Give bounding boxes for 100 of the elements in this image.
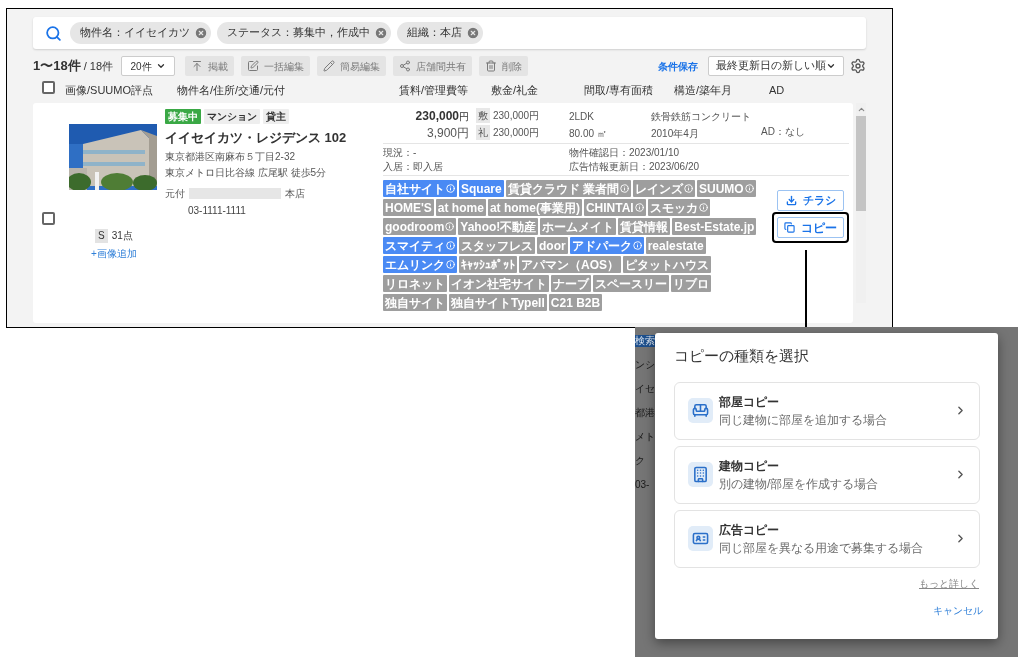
sofa-icon (688, 398, 713, 423)
site-tag: CHINTAI (583, 199, 646, 216)
column-header: 画像/SUUMO評点 (65, 83, 153, 96)
site-tag: Best-Estate.jp (672, 218, 757, 235)
site-tag: SUUMO (697, 180, 756, 197)
site-tag: 独自サイトTypeII (449, 294, 547, 311)
site-tag: ナーブ (551, 275, 591, 292)
floor-area: 80.00 ㎡ (569, 126, 651, 141)
copy-button[interactable]: コピー (777, 217, 844, 238)
info-icon (620, 184, 630, 193)
cancel-button[interactable]: キャンセル (931, 602, 985, 618)
confirmed-date: 物件確認日：2023/01/10 (569, 146, 681, 159)
floor-plan: 2LDK (569, 110, 595, 124)
background-text: 03- (635, 479, 651, 491)
site-tag: Yahoo!不動産 (458, 218, 539, 235)
info-icon (446, 260, 455, 269)
deposit-amount: 230,000円 (493, 109, 540, 123)
info-icon (632, 241, 642, 250)
option-title: 広告コピー (719, 521, 780, 539)
save-conditions-link[interactable]: 条件保存 (658, 58, 698, 74)
address: 東京都港区南麻布５丁目2-32 (165, 149, 296, 164)
key-money-amount: 230,000円 (493, 126, 540, 140)
access-text: 東京メトロ日比谷線 広尾駅 徒歩5分 (165, 165, 328, 180)
search-icon (45, 24, 62, 42)
info-icon (446, 184, 455, 193)
site-tag: ピタットハウス (623, 256, 711, 273)
deposit-label: 敷 (476, 108, 490, 123)
checkbox[interactable] (41, 211, 55, 225)
info-icon (445, 222, 455, 231)
pencil-icon (323, 60, 336, 72)
edit-list-icon (247, 60, 260, 72)
score-grade: S (95, 228, 108, 243)
scroll-up-icon[interactable] (856, 105, 866, 114)
site-tag: アパマン（AOS） (519, 256, 621, 273)
checkbox[interactable] (42, 81, 55, 95)
site-tag: リロネット (383, 275, 447, 292)
flyer-button[interactable]: チラシ (777, 190, 844, 211)
site-tag: 独自サイト (383, 294, 447, 311)
option-description: 別の建物/部屋を作成する場合 (719, 475, 879, 493)
ad-updated-date: 広告情報更新日：2023/06/20 (569, 160, 701, 173)
built-date: 2010年4月 (651, 127, 700, 141)
agent-branch: 本店 (285, 186, 305, 201)
option-title: 部屋コピー (719, 393, 780, 411)
current-status: 現況：- (383, 146, 418, 159)
page-size-select[interactable]: 20件 (121, 56, 176, 76)
filter-chip[interactable]: 組織：本店 (397, 22, 483, 44)
id-card-icon (688, 526, 713, 551)
result-total: / 18件 (83, 58, 114, 74)
site-tag: at home (435, 199, 486, 216)
ad-fee: AD：なし (761, 125, 805, 139)
option-title: 建物コピー (719, 457, 780, 475)
key-money-label: 礼 (476, 125, 490, 140)
remove-icon[interactable] (194, 26, 208, 40)
option-description: 同じ部屋を異なる用途で募集する場合 (719, 539, 923, 557)
copy-option[interactable]: 広告コピー 同じ部屋を異なる用途で募集する場合 (674, 509, 980, 568)
remove-icon[interactable] (466, 26, 480, 40)
copy-icon (784, 222, 795, 233)
site-tag: リブロ (671, 275, 711, 292)
background-text: 検索 (635, 335, 655, 347)
dialog-title: コピーの種類を選択 (674, 346, 810, 366)
phone-number: 03-1111-1111 (188, 203, 247, 218)
background-text: ク (635, 455, 646, 467)
site-tag: goodroom (383, 218, 457, 235)
site-tag: 賃貸情報 (618, 218, 671, 235)
site-tag: ホームメイト (540, 218, 617, 235)
site-tag: 自社サイト (383, 180, 457, 197)
filter-chip[interactable]: 物件名：イイセイカツ (70, 22, 211, 44)
status-badge: 募集中 (165, 109, 201, 124)
background-text: 都港 (635, 407, 655, 419)
share-icon (399, 60, 412, 72)
site-tag: イオン社宅サイト (449, 275, 549, 292)
building-icon (688, 462, 713, 487)
trash-icon (485, 60, 498, 72)
site-tag: 賃貸クラウド 業者間 (505, 180, 632, 197)
info-icon (446, 241, 455, 250)
site-tag: スタッフレス (459, 237, 535, 254)
info-icon (684, 184, 694, 193)
filter-chip[interactable]: ステータス：募集中，作成中 (217, 22, 391, 44)
site-tag: Square (459, 180, 504, 197)
background-text: イセ (635, 383, 655, 395)
option-description: 同じ建物に部屋を追加する場合 (719, 411, 887, 429)
search-bar[interactable]: 物件名：イイセイカツ ステータス：募集中，作成中 組織：本店 (33, 17, 866, 49)
column-header: 賃料/管理費等 (399, 83, 469, 96)
background-text: メト (635, 431, 655, 443)
copy-option[interactable]: 建物コピー 別の建物/部屋を作成する場合 (674, 445, 980, 504)
site-tag: C21 B2B (548, 294, 603, 311)
property-name: イイセイカツ・レジデンス 102 (165, 129, 348, 147)
more-details-link[interactable]: もっと詳しく (919, 575, 979, 591)
site-tag: アドパーク (569, 237, 644, 254)
remove-icon[interactable] (374, 26, 388, 40)
management-fee: 3,900円 (426, 125, 469, 142)
sort-select[interactable]: 最終更新日の新しい順 (708, 56, 844, 76)
upload-icon (191, 60, 204, 72)
site-tag: スモッカ (647, 199, 710, 216)
settings-icon[interactable] (850, 58, 866, 74)
background-text: ンシ (635, 359, 655, 371)
copy-option[interactable]: 部屋コピー 同じ建物に部屋を追加する場合 (674, 381, 980, 440)
add-image-link[interactable]: +画像追加 (91, 246, 137, 261)
site-tag: HOME'S (383, 199, 434, 216)
column-header: 間取/専有面積 (584, 83, 654, 96)
